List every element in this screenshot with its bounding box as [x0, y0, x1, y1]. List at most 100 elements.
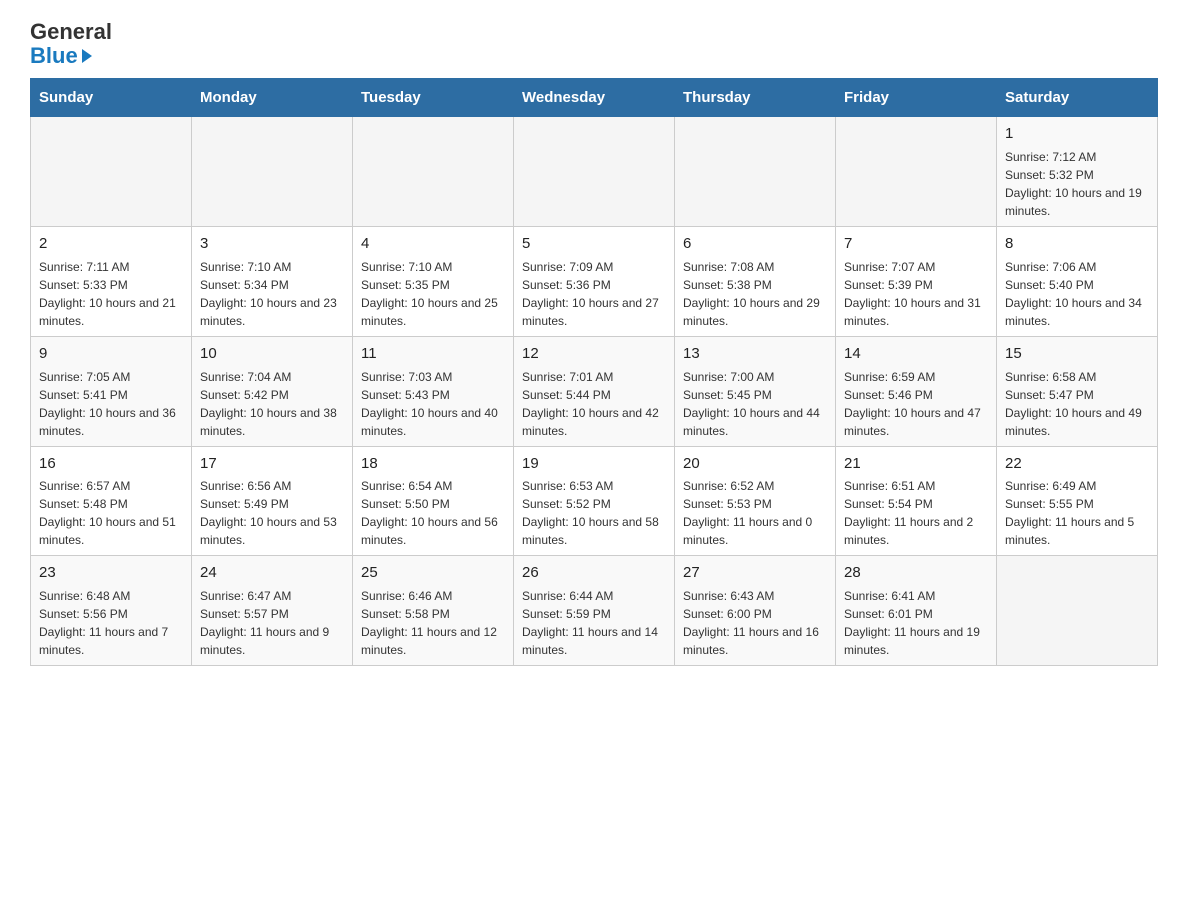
- day-number: 9: [39, 343, 183, 365]
- calendar-table: Sunday Monday Tuesday Wednesday Thursday…: [30, 78, 1158, 666]
- day-info: Sunrise: 6:51 AMSunset: 5:54 PMDaylight:…: [844, 477, 988, 549]
- day-number: 19: [522, 453, 666, 475]
- logo-general-text: General: [30, 20, 112, 44]
- calendar-cell: 19Sunrise: 6:53 AMSunset: 5:52 PMDayligh…: [514, 446, 675, 556]
- day-info: Sunrise: 7:07 AMSunset: 5:39 PMDaylight:…: [844, 258, 988, 330]
- calendar-cell: 14Sunrise: 6:59 AMSunset: 5:46 PMDayligh…: [836, 336, 997, 446]
- logo-arrow-icon: [82, 49, 92, 63]
- calendar-cell: 18Sunrise: 6:54 AMSunset: 5:50 PMDayligh…: [353, 446, 514, 556]
- calendar-cell: 23 Sunrise: 6:48 AMSunset: 5:56 PMDayligh…: [31, 556, 192, 666]
- day-info: Sunrise: 6:48 AMSunset: 5:56 PMDaylight:…: [39, 587, 183, 659]
- calendar-cell: 11 Sunrise: 7:03 AMSunset: 5:43 PMDayligh…: [353, 336, 514, 446]
- day-info: Sunrise: 6:47 AMSunset: 5:57 PMDaylight:…: [200, 587, 344, 659]
- day-info: Sunrise: 6:56 AMSunset: 5:49 PMDaylight:…: [200, 477, 344, 549]
- logo-blue-text: Blue: [30, 44, 92, 68]
- calendar-cell: [192, 117, 353, 227]
- day-info: Sunrise: 7:11 AMSunset: 5:33 PMDaylight:…: [39, 258, 183, 330]
- day-number: 25: [361, 562, 505, 584]
- week-row-1: 1 Sunrise: 7:12 AMSunset: 5:32 PMDaylight…: [31, 117, 1158, 227]
- calendar-cell: [997, 556, 1158, 666]
- calendar-cell: 26 Sunrise: 6:44 AMSunset: 5:59 PMDayligh…: [514, 556, 675, 666]
- day-number: 15: [1005, 343, 1149, 365]
- calendar-cell: 1 Sunrise: 7:12 AMSunset: 5:32 PMDaylight…: [997, 117, 1158, 227]
- day-info: Sunrise: 6:52 AMSunset: 5:53 PMDaylight:…: [683, 477, 827, 549]
- day-number: 18: [361, 453, 505, 475]
- day-info: Sunrise: 7:05 AMSunset: 5:41 PMDaylight:…: [39, 368, 183, 440]
- col-saturday: Saturday: [997, 79, 1158, 117]
- day-number: 24: [200, 562, 344, 584]
- calendar-cell: 13Sunrise: 7:00 AMSunset: 5:45 PMDayligh…: [675, 336, 836, 446]
- day-info: Sunrise: 7:10 AMSunset: 5:34 PMDaylight:…: [200, 258, 344, 330]
- day-info: Sunrise: 7:03 AMSunset: 5:43 PMDaylight:…: [361, 368, 505, 440]
- calendar-cell: 4 Sunrise: 7:10 AMSunset: 5:35 PMDaylight…: [353, 227, 514, 337]
- day-number: 22: [1005, 453, 1149, 475]
- day-number: 4: [361, 233, 505, 255]
- day-number: 11: [361, 343, 505, 365]
- day-info: Sunrise: 7:04 AMSunset: 5:42 PMDaylight:…: [200, 368, 344, 440]
- day-number: 6: [683, 233, 827, 255]
- day-number: 28: [844, 562, 988, 584]
- day-number: 3: [200, 233, 344, 255]
- day-number: 1: [1005, 123, 1149, 145]
- calendar-cell: [31, 117, 192, 227]
- col-wednesday: Wednesday: [514, 79, 675, 117]
- col-thursday: Thursday: [675, 79, 836, 117]
- calendar-cell: 9 Sunrise: 7:05 AMSunset: 5:41 PMDaylight…: [31, 336, 192, 446]
- day-info: Sunrise: 6:53 AMSunset: 5:52 PMDaylight:…: [522, 477, 666, 549]
- day-info: Sunrise: 7:06 AMSunset: 5:40 PMDaylight:…: [1005, 258, 1149, 330]
- calendar-cell: 2 Sunrise: 7:11 AMSunset: 5:33 PMDaylight…: [31, 227, 192, 337]
- day-number: 27: [683, 562, 827, 584]
- logo: General Blue: [30, 20, 112, 68]
- calendar-cell: 20Sunrise: 6:52 AMSunset: 5:53 PMDayligh…: [675, 446, 836, 556]
- col-friday: Friday: [836, 79, 997, 117]
- page-header: General Blue: [30, 20, 1158, 68]
- calendar-cell: 5 Sunrise: 7:09 AMSunset: 5:36 PMDaylight…: [514, 227, 675, 337]
- calendar-cell: 10 Sunrise: 7:04 AMSunset: 5:42 PMDayligh…: [192, 336, 353, 446]
- day-number: 26: [522, 562, 666, 584]
- calendar-cell: [836, 117, 997, 227]
- calendar-cell: 21Sunrise: 6:51 AMSunset: 5:54 PMDayligh…: [836, 446, 997, 556]
- calendar-cell: [353, 117, 514, 227]
- day-number: 16: [39, 453, 183, 475]
- col-sunday: Sunday: [31, 79, 192, 117]
- day-number: 7: [844, 233, 988, 255]
- calendar-cell: 7 Sunrise: 7:07 AMSunset: 5:39 PMDaylight…: [836, 227, 997, 337]
- day-info: Sunrise: 6:49 AMSunset: 5:55 PMDaylight:…: [1005, 477, 1149, 549]
- week-row-5: 23 Sunrise: 6:48 AMSunset: 5:56 PMDayligh…: [31, 556, 1158, 666]
- week-row-4: 16Sunrise: 6:57 AMSunset: 5:48 PMDayligh…: [31, 446, 1158, 556]
- day-info: Sunrise: 6:41 AMSunset: 6:01 PMDaylight:…: [844, 587, 988, 659]
- calendar-cell: [514, 117, 675, 227]
- calendar-cell: [675, 117, 836, 227]
- calendar-cell: 28 Sunrise: 6:41 AMSunset: 6:01 PMDayligh…: [836, 556, 997, 666]
- day-info: Sunrise: 6:54 AMSunset: 5:50 PMDaylight:…: [361, 477, 505, 549]
- day-number: 8: [1005, 233, 1149, 255]
- day-number: 13: [683, 343, 827, 365]
- day-number: 5: [522, 233, 666, 255]
- day-number: 23: [39, 562, 183, 584]
- calendar-cell: 16Sunrise: 6:57 AMSunset: 5:48 PMDayligh…: [31, 446, 192, 556]
- day-info: Sunrise: 6:58 AMSunset: 5:47 PMDaylight:…: [1005, 368, 1149, 440]
- day-number: 12: [522, 343, 666, 365]
- calendar-cell: 6 Sunrise: 7:08 AMSunset: 5:38 PMDaylight…: [675, 227, 836, 337]
- week-row-2: 2 Sunrise: 7:11 AMSunset: 5:33 PMDaylight…: [31, 227, 1158, 337]
- calendar-cell: 3 Sunrise: 7:10 AMSunset: 5:34 PMDaylight…: [192, 227, 353, 337]
- day-info: Sunrise: 7:09 AMSunset: 5:36 PMDaylight:…: [522, 258, 666, 330]
- day-info: Sunrise: 6:59 AMSunset: 5:46 PMDaylight:…: [844, 368, 988, 440]
- day-info: Sunrise: 7:12 AMSunset: 5:32 PMDaylight:…: [1005, 148, 1149, 220]
- day-number: 20: [683, 453, 827, 475]
- day-number: 21: [844, 453, 988, 475]
- calendar-cell: 17Sunrise: 6:56 AMSunset: 5:49 PMDayligh…: [192, 446, 353, 556]
- day-info: Sunrise: 7:08 AMSunset: 5:38 PMDaylight:…: [683, 258, 827, 330]
- calendar-cell: 12 Sunrise: 7:01 AMSunset: 5:44 PMDayligh…: [514, 336, 675, 446]
- day-info: Sunrise: 6:43 AMSunset: 6:00 PMDaylight:…: [683, 587, 827, 659]
- day-info: Sunrise: 7:01 AMSunset: 5:44 PMDaylight:…: [522, 368, 666, 440]
- calendar-cell: 24 Sunrise: 6:47 AMSunset: 5:57 PMDayligh…: [192, 556, 353, 666]
- day-number: 17: [200, 453, 344, 475]
- day-info: Sunrise: 6:44 AMSunset: 5:59 PMDaylight:…: [522, 587, 666, 659]
- calendar-cell: 15 Sunrise: 6:58 AMSunset: 5:47 PMDayligh…: [997, 336, 1158, 446]
- day-number: 10: [200, 343, 344, 365]
- day-info: Sunrise: 7:10 AMSunset: 5:35 PMDaylight:…: [361, 258, 505, 330]
- day-number: 2: [39, 233, 183, 255]
- day-info: Sunrise: 6:57 AMSunset: 5:48 PMDaylight:…: [39, 477, 183, 549]
- calendar-cell: 27 Sunrise: 6:43 AMSunset: 6:00 PMDayligh…: [675, 556, 836, 666]
